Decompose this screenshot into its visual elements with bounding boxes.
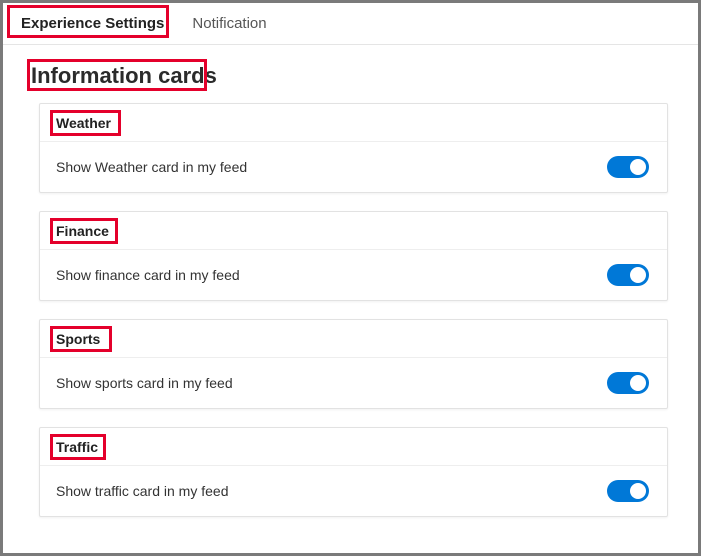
card-title-sports: Sports [56,331,100,347]
row-label-finance: Show finance card in my feed [56,267,240,283]
card-title-traffic: Traffic [56,439,98,455]
card-row-sports: Show sports card in my feed [40,358,667,408]
card-header-sports: Sports [40,320,667,358]
tab-notification[interactable]: Notification [182,5,284,42]
card-finance: Finance Show finance card in my feed [39,211,668,301]
card-row-finance: Show finance card in my feed [40,250,667,300]
card-row-traffic: Show traffic card in my feed [40,466,667,516]
card-title-weather: Weather [56,115,111,131]
card-header-finance: Finance [40,212,667,250]
card-sports: Sports Show sports card in my feed [39,319,668,409]
row-label-traffic: Show traffic card in my feed [56,483,228,499]
toggle-finance[interactable] [607,264,649,286]
toggle-traffic[interactable] [607,480,649,502]
section-title-wrap: Information cards [3,45,698,97]
card-traffic: Traffic Show traffic card in my feed [39,427,668,517]
card-header-weather: Weather [40,104,667,142]
toggle-sports[interactable] [607,372,649,394]
tab-experience-settings[interactable]: Experience Settings [11,5,182,42]
card-row-weather: Show Weather card in my feed [40,142,667,192]
card-weather: Weather Show Weather card in my feed [39,103,668,193]
tabs-bar: Experience Settings Notification [3,3,698,45]
toggle-weather[interactable] [607,156,649,178]
row-label-weather: Show Weather card in my feed [56,159,247,175]
row-label-sports: Show sports card in my feed [56,375,233,391]
card-title-finance: Finance [56,223,109,239]
cards-container: Weather Show Weather card in my feed Fin… [3,97,698,517]
card-header-traffic: Traffic [40,428,667,466]
section-title: Information cards [31,63,698,89]
